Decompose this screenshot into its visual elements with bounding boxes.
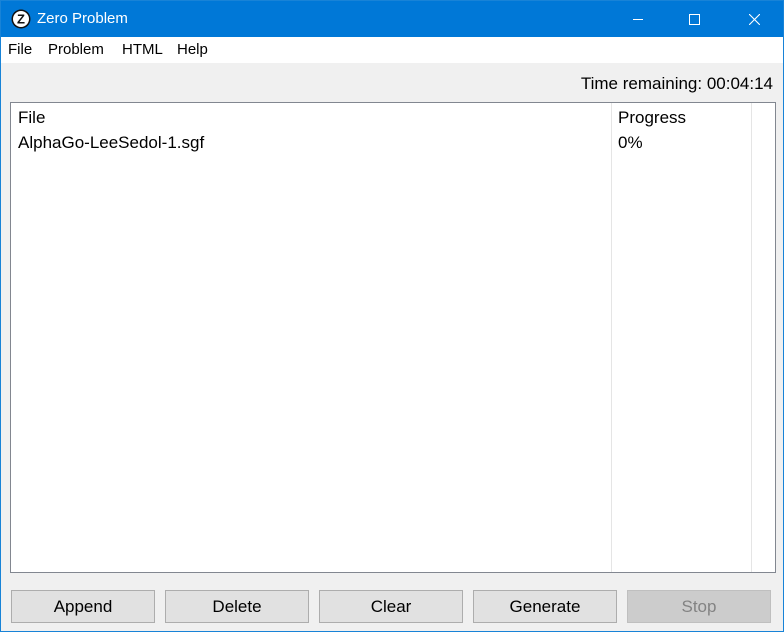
title-bar[interactable]: Z Zero Problem xyxy=(1,1,783,37)
delete-button[interactable]: Delete xyxy=(165,590,309,623)
close-button[interactable] xyxy=(731,1,777,37)
append-button[interactable]: Append xyxy=(11,590,155,623)
stop-button[interactable]: Stop xyxy=(627,590,771,623)
menu-bar: File Problem HTML Help xyxy=(1,37,783,63)
column-divider[interactable] xyxy=(611,103,612,572)
generate-button[interactable]: Generate xyxy=(473,590,617,623)
row-file-name: AlphaGo-LeeSedol-1.sgf xyxy=(18,133,205,152)
minimize-icon xyxy=(633,19,643,20)
column-divider[interactable] xyxy=(751,103,752,572)
menu-html[interactable]: HTML xyxy=(122,41,163,59)
main-window: Z Zero Problem File Problem HTML Help Ti… xyxy=(0,0,784,632)
menu-problem[interactable]: Problem xyxy=(48,41,104,59)
close-icon xyxy=(749,14,760,25)
maximize-button[interactable] xyxy=(671,1,717,37)
maximize-icon xyxy=(689,14,700,25)
column-header-file[interactable]: File xyxy=(18,107,45,129)
minimize-button[interactable] xyxy=(615,1,661,37)
file-list[interactable]: File Progress AlphaGo-LeeSedol-1.sgf 0% xyxy=(10,102,776,573)
clear-button[interactable]: Clear xyxy=(319,590,463,623)
app-icon[interactable]: Z xyxy=(11,9,31,29)
row-progress: 0% xyxy=(618,133,643,152)
app-icon-letter: Z xyxy=(17,12,25,27)
window-title: Zero Problem xyxy=(37,10,128,27)
column-header-progress[interactable]: Progress xyxy=(618,107,686,129)
list-row[interactable]: AlphaGo-LeeSedol-1.sgf 0% xyxy=(11,131,775,155)
menu-file[interactable]: File xyxy=(8,41,32,59)
time-remaining-label: Time remaining: 00:04:14 xyxy=(580,74,773,93)
menu-help[interactable]: Help xyxy=(177,41,208,59)
